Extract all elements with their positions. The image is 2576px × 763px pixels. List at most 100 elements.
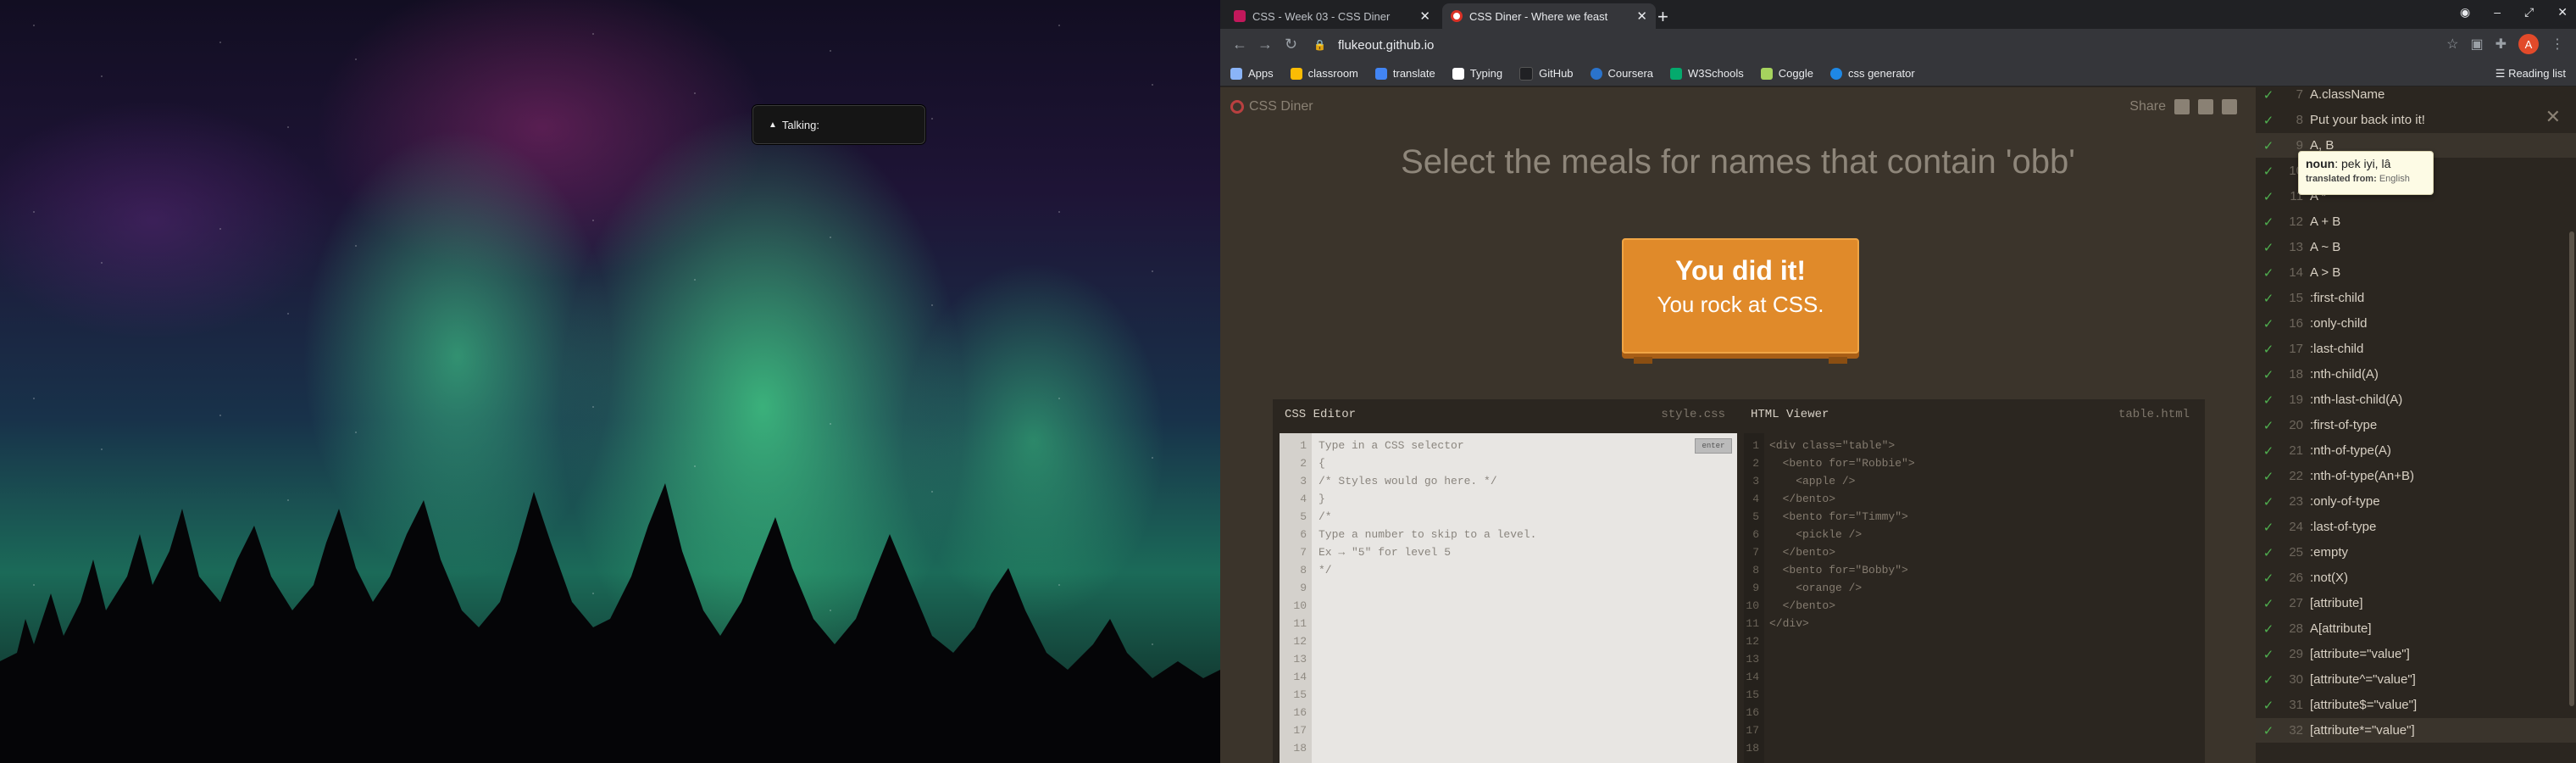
checkmark-icon: ✓ <box>2262 545 2274 560</box>
level-item-28[interactable]: ✓ 28 A[attribute] <box>2256 616 2576 641</box>
talking-widget[interactable]: ▲ Talking: <box>752 105 925 144</box>
code-line: */ <box>1319 564 1332 576</box>
code-line: 3 <box>1300 475 1307 487</box>
success-subtitle: You rock at CSS. <box>1657 292 1824 317</box>
table-legs <box>1624 357 1857 364</box>
new-tab-icon[interactable]: + <box>1657 6 1668 28</box>
level-item-29[interactable]: ✓ 29 [attribute="value"] <box>2256 642 2576 666</box>
level-number: 22 <box>2289 469 2303 483</box>
tab-css-week03[interactable]: CSS - Week 03 - CSS Diner ✕ <box>1225 3 1439 29</box>
code-line: 10 <box>1746 599 1759 612</box>
level-item-19[interactable]: ✓ 19:nth-last-child(A) <box>2256 387 2576 412</box>
level-number: 29 <box>2289 647 2303 661</box>
level-label: A + B <box>2310 214 2341 229</box>
bookmark-coursera[interactable]: Coursera <box>1590 67 1653 80</box>
email-icon[interactable] <box>2174 99 2190 114</box>
enter-button[interactable]: enter <box>1695 438 1732 454</box>
forward-icon[interactable]: → <box>1257 36 1273 53</box>
level-item-20[interactable]: ✓ 20:first-of-type <box>2256 413 2576 437</box>
editor-area: CSS Editor style.css HTML Viewer table.h… <box>1273 399 2205 763</box>
checkmark-icon: ✓ <box>2262 520 2274 535</box>
level-item-12[interactable]: ✓ 12 A + B <box>2256 209 2576 234</box>
tooltip-from-lang: English <box>2379 174 2410 184</box>
menu-kebab-icon[interactable]: ⋮ <box>2551 36 2564 53</box>
level-item-22[interactable]: ✓ 22:nth-of-type(An+B) <box>2256 464 2576 488</box>
reload-icon[interactable]: ↻ <box>1285 36 1297 53</box>
bookmark-label: css generator <box>1847 67 1915 80</box>
bookmark-github[interactable]: GitHub <box>1519 66 1574 81</box>
level-number: 8 <box>2296 113 2303 127</box>
code-line: 5 <box>1300 510 1307 523</box>
level-item-27[interactable]: ✓ 27 [attribute] <box>2256 591 2576 615</box>
browser-toolbar: ← → ↻ 🔒 flukeout.github.io ☆ ▣ ✚ A ⋮ <box>1220 29 2576 61</box>
address-bar[interactable]: 🔒 flukeout.github.io <box>1313 32 2415 58</box>
tooltip-pos: noun <box>2306 157 2335 170</box>
level-item-8[interactable]: ✓ 8 Put your back into it! <box>2256 108 2576 132</box>
diner-logo[interactable]: CSS Diner <box>1230 99 1313 114</box>
level-item-23[interactable]: ✓ 23:only-of-type <box>2256 489 2576 514</box>
bookmark-star-icon[interactable]: ☆ <box>2446 36 2458 53</box>
level-item-24[interactable]: ✓ 24:last-of-type <box>2256 515 2576 539</box>
code-line: } <box>1319 493 1325 505</box>
level-number: 16 <box>2289 316 2303 331</box>
code-line: 15 <box>1293 688 1307 701</box>
restore-icon[interactable]: ⤢ <box>2524 5 2534 19</box>
checkmark-icon: ✓ <box>2262 113 2274 128</box>
record-icon[interactable]: ◉ <box>2460 5 2470 19</box>
bookmark-translate[interactable]: translate <box>1374 67 1435 80</box>
diner-logo-icon <box>1230 100 1244 114</box>
level-item-31[interactable]: ✓ 31 [attribute$="value"] <box>2256 693 2576 717</box>
level-item-30[interactable]: ✓ 30 [attribute^="value"] <box>2256 667 2576 692</box>
tab-css-diner[interactable]: CSS Diner - Where we feast ✕ <box>1442 3 1656 29</box>
bookmark-apps[interactable]: Apps <box>1230 67 1274 80</box>
tab-close-icon[interactable]: ✕ <box>1419 8 1430 24</box>
level-item-13[interactable]: ✓ 13 A ~ B <box>2256 235 2576 259</box>
reading-list-button[interactable]: ☰ Reading list <box>2496 67 2566 81</box>
checkmark-icon: ✓ <box>2262 138 2274 153</box>
checkmark-icon: ✓ <box>2262 723 2274 738</box>
checkmark-icon: ✓ <box>2262 214 2274 230</box>
css-editor[interactable]: 1 2 3 4 5 6 7 8 9 10 11 12 13 14 15 16 17 18 Type in a CS… <box>1280 433 1737 763</box>
bookmark-css-generator[interactable]: css generator <box>1829 67 1915 80</box>
translate-extension-icon[interactable]: ▣ <box>2470 36 2483 53</box>
w3schools-icon <box>1670 67 1683 80</box>
level-item-16[interactable]: ✓ 16:only-child <box>2256 311 2576 336</box>
bookmark-coggle[interactable]: Coggle <box>1760 67 1813 80</box>
level-item-17[interactable]: ✓ 17:last-child <box>2256 337 2576 361</box>
profile-avatar[interactable]: A <box>2518 34 2539 54</box>
level-item-14[interactable]: ✓ 14 A > B <box>2256 260 2576 285</box>
bookmark-label: Apps <box>1248 67 1274 80</box>
level-label: A ~ B <box>2310 240 2341 254</box>
level-item-18[interactable]: ✓ 18:nth-child(A) <box>2256 362 2576 387</box>
bookmark-w3schools[interactable]: W3Schools <box>1670 67 1744 80</box>
code-line: 1 <box>1300 439 1307 452</box>
bookmark-typing[interactable]: Typing <box>1452 67 1502 80</box>
back-icon[interactable]: ← <box>1232 36 1247 53</box>
code-line: <pickle /> <box>1769 528 1863 541</box>
facebook-icon[interactable] <box>2198 99 2213 114</box>
level-item-15[interactable]: ✓ 15:first-child <box>2256 286 2576 310</box>
extensions-puzzle-icon[interactable]: ✚ <box>2496 36 2507 53</box>
code-line: 6 <box>1752 528 1759 541</box>
html-code: <div class="table"> <bento for="Robbie">… <box>1769 437 1915 632</box>
diner-logo-text: CSS Diner <box>1249 99 1313 114</box>
share-bar: Share <box>2129 99 2237 114</box>
checkmark-icon: ✓ <box>2262 647 2274 662</box>
minimize-icon[interactable]: – <box>2494 5 2501 19</box>
level-item-21[interactable]: ✓ 21:nth-of-type(A) <box>2256 438 2576 463</box>
close-window-icon[interactable]: ✕ <box>2557 5 2568 19</box>
level-item-25[interactable]: ✓ 25:empty <box>2256 540 2576 565</box>
level-item-32[interactable]: ✓ 32 [attribute*="value"] <box>2256 718 2576 743</box>
twitter-icon[interactable] <box>2222 99 2237 114</box>
level-item-26[interactable]: ✓ 26:not(X) <box>2256 565 2576 590</box>
bookmark-classroom[interactable]: classroom <box>1290 67 1358 80</box>
css-code[interactable]: Type in a CSS selector {/* Styles would g… <box>1319 437 1536 579</box>
css-line-numbers: 1 2 3 4 5 6 7 8 9 10 11 12 13 14 15 16 17 18 <box>1280 433 1312 763</box>
bookmark-label: Typing <box>1469 67 1503 80</box>
tab-close-icon[interactable]: ✕ <box>1636 8 1647 24</box>
reading-list-icon: ☰ <box>2495 67 2509 80</box>
checkmark-icon: ✓ <box>2262 189 2274 204</box>
code-line: 16 <box>1293 706 1307 719</box>
level-item-7[interactable]: ✓ 7 A.className <box>2256 87 2576 107</box>
level-number: 32 <box>2289 723 2303 738</box>
